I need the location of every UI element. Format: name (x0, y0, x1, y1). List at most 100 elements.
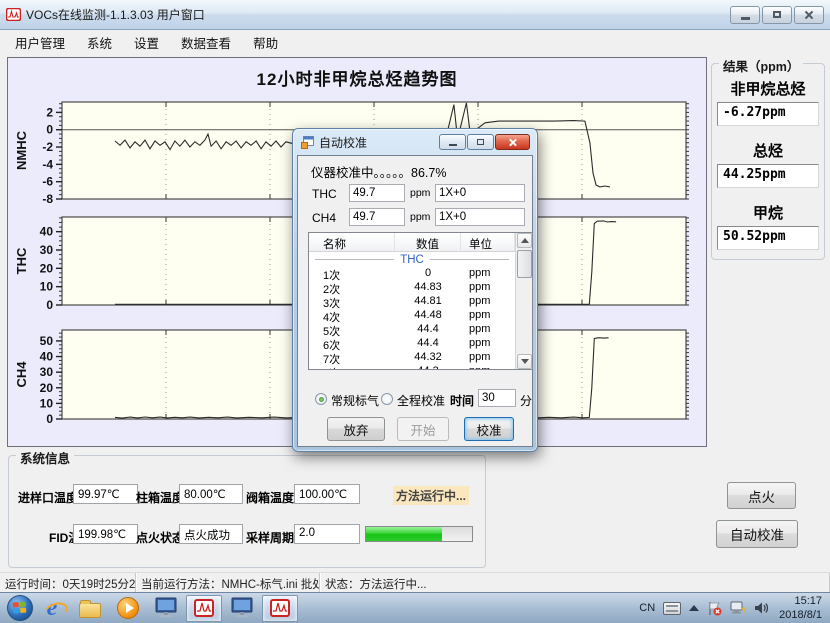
radio-full-calibration[interactable] (381, 393, 393, 405)
table-rows: THC 1次0ppm2次44.83ppm3次44.81ppm4次44.48ppm… (309, 252, 515, 369)
header-unit[interactable]: 单位 (461, 233, 515, 251)
svg-text:?: ? (741, 606, 746, 615)
dialog-body: 仪器校准中。。。。。86.7% THC ppm CH4 ppm 名称 数值 单位… (297, 155, 533, 447)
auto-calibrate-button[interactable]: 自动校准 (716, 520, 798, 548)
ignition-status-label: 点火状态 (136, 529, 184, 546)
abandon-button[interactable]: 放弃 (327, 417, 385, 441)
svg-text:-4: -4 (42, 157, 53, 171)
scroll-down-button[interactable] (517, 354, 532, 369)
system-tray: CN ? 15:17 2018/8/1 (639, 594, 830, 623)
table-row[interactable]: 7次44.32ppm (309, 351, 515, 365)
table-row[interactable]: 5次44.4ppm (309, 323, 515, 337)
taskbar-vocs-app2-button[interactable] (262, 595, 298, 622)
tray-date: 2018/8/1 (779, 608, 822, 622)
ch4-range-input[interactable] (435, 208, 525, 226)
window-title: VOCs在线监测-1.1.3.03 用户窗口 (26, 6, 205, 23)
status-state: 状态：方法运行中... (320, 573, 830, 592)
minimize-button[interactable] (730, 6, 760, 24)
arrow-up-icon (521, 238, 529, 243)
scroll-up-button[interactable] (517, 233, 532, 248)
action-center-flag-icon[interactable] (707, 601, 722, 616)
calibration-table: 名称 数值 单位 THC 1次0ppm2次44.83ppm3次44.81ppm4… (308, 232, 533, 370)
taskbar-computer2-button[interactable] (224, 595, 260, 622)
speaker-icon[interactable] (754, 601, 769, 615)
table-row[interactable]: 2次44.83ppm (309, 281, 515, 295)
table-header: 名称 数值 单位 (309, 233, 532, 252)
dialog-minimize-button[interactable] (439, 134, 466, 150)
ch4-field-label: CH4 (312, 211, 336, 225)
ch4-result-label: 甲烷 (712, 202, 824, 223)
radio-standard-gas[interactable] (315, 393, 327, 405)
start-button[interactable]: 开始 (397, 417, 449, 441)
radio-full-calibration-label[interactable]: 全程校准 (397, 392, 445, 409)
valve-temp-value: 100.00℃ (294, 484, 360, 504)
dialog-maximize-button[interactable] (467, 134, 494, 150)
time-input[interactable] (478, 389, 516, 407)
maximize-button[interactable] (762, 6, 792, 24)
thc-value-input[interactable] (349, 184, 405, 202)
thc-result-label: 总烃 (712, 140, 824, 161)
clock[interactable]: 15:17 2018/8/1 (779, 594, 822, 623)
window-titlebar[interactable]: VOCs在线监测-1.1.3.03 用户窗口 (0, 0, 830, 30)
table-row[interactable]: 4次44.48ppm (309, 309, 515, 323)
svg-text:50: 50 (40, 334, 54, 348)
ch4-result-value: 50.52ppm (717, 226, 819, 250)
tray-time: 15:17 (779, 594, 822, 608)
taskbar-ie-button[interactable]: e (34, 595, 70, 622)
ch4-value-input[interactable] (349, 208, 405, 226)
maximize-icon (773, 11, 781, 18)
column-temp-value: 80.00℃ (179, 484, 243, 504)
svg-text:40: 40 (40, 350, 54, 364)
header-name[interactable]: 名称 (309, 233, 395, 251)
language-indicator[interactable]: CN (639, 602, 655, 614)
menu-system[interactable]: 系统 (76, 29, 123, 56)
app-window: VOCs在线监测-1.1.3.03 用户窗口 用户管理 系统 设置 数据查看 帮… (0, 0, 830, 623)
table-row[interactable]: 1次0ppm (309, 267, 515, 281)
table-row[interactable]: 8次44.3ppm (309, 365, 515, 369)
scrollbar-thumb[interactable] (517, 250, 532, 278)
thc-field-label: THC (312, 187, 337, 201)
svg-text:THC: THC (14, 247, 29, 274)
menu-user-management[interactable]: 用户管理 (4, 29, 76, 56)
svg-text:10: 10 (40, 280, 54, 294)
auto-calibration-dialog: 自动校准 仪器校准中。。。。。86.7% THC ppm CH4 ppm 名称 … (292, 128, 538, 452)
results-panel: 结果（ppm） 非甲烷总烃 -6.27ppm 总烃 44.25ppm 甲烷 50… (711, 63, 825, 260)
svg-text:-2: -2 (42, 140, 53, 154)
window-controls (730, 6, 824, 24)
menu-settings[interactable]: 设置 (123, 29, 170, 56)
taskbar-computer-button[interactable] (148, 595, 184, 622)
sample-period-value: 2.0 (294, 524, 360, 544)
results-title: 结果（ppm） (719, 56, 803, 75)
network-icon[interactable]: ? (730, 601, 746, 615)
keyboard-icon[interactable] (663, 602, 681, 615)
taskbar-explorer-button[interactable] (72, 595, 108, 622)
ch4-unit-label: ppm (410, 211, 430, 223)
svg-text:30: 30 (40, 243, 54, 257)
menu-data-view[interactable]: 数据查看 (170, 29, 242, 56)
table-row[interactable]: 6次44.4ppm (309, 337, 515, 351)
system-info-panel: 系统信息 进样口温度 99.97℃ 柱箱温度 80.00℃ 阀箱温度 100.0… (8, 455, 486, 568)
dialog-title: 自动校准 (319, 134, 367, 151)
show-hidden-icons[interactable] (689, 605, 699, 611)
close-button[interactable] (794, 6, 824, 24)
header-value[interactable]: 数值 (395, 233, 461, 251)
dialog-close-button[interactable] (495, 134, 530, 150)
svg-text:30: 30 (40, 365, 54, 379)
media-player-icon (117, 597, 139, 619)
taskbar-media-player-button[interactable] (110, 595, 146, 622)
thc-result-value: 44.25ppm (717, 164, 819, 188)
ignite-button[interactable]: 点火 (727, 482, 796, 509)
calibrate-button[interactable]: 校准 (464, 417, 514, 441)
nmhc-result-value: -6.27ppm (717, 102, 819, 126)
svg-text:0: 0 (46, 298, 53, 312)
inlet-temp-label: 进样口温度 (18, 489, 78, 506)
table-row[interactable]: 3次44.81ppm (309, 295, 515, 309)
start-button[interactable] (7, 595, 33, 621)
table-scrollbar[interactable] (515, 233, 532, 369)
thc-range-input[interactable] (435, 184, 525, 202)
taskbar-vocs-app-button[interactable] (186, 595, 222, 622)
radio-standard-gas-label[interactable]: 常规标气 (331, 392, 379, 409)
windows-logo-icon (13, 602, 28, 615)
svg-text:NMHC: NMHC (14, 130, 29, 170)
menu-help[interactable]: 帮助 (242, 29, 289, 56)
